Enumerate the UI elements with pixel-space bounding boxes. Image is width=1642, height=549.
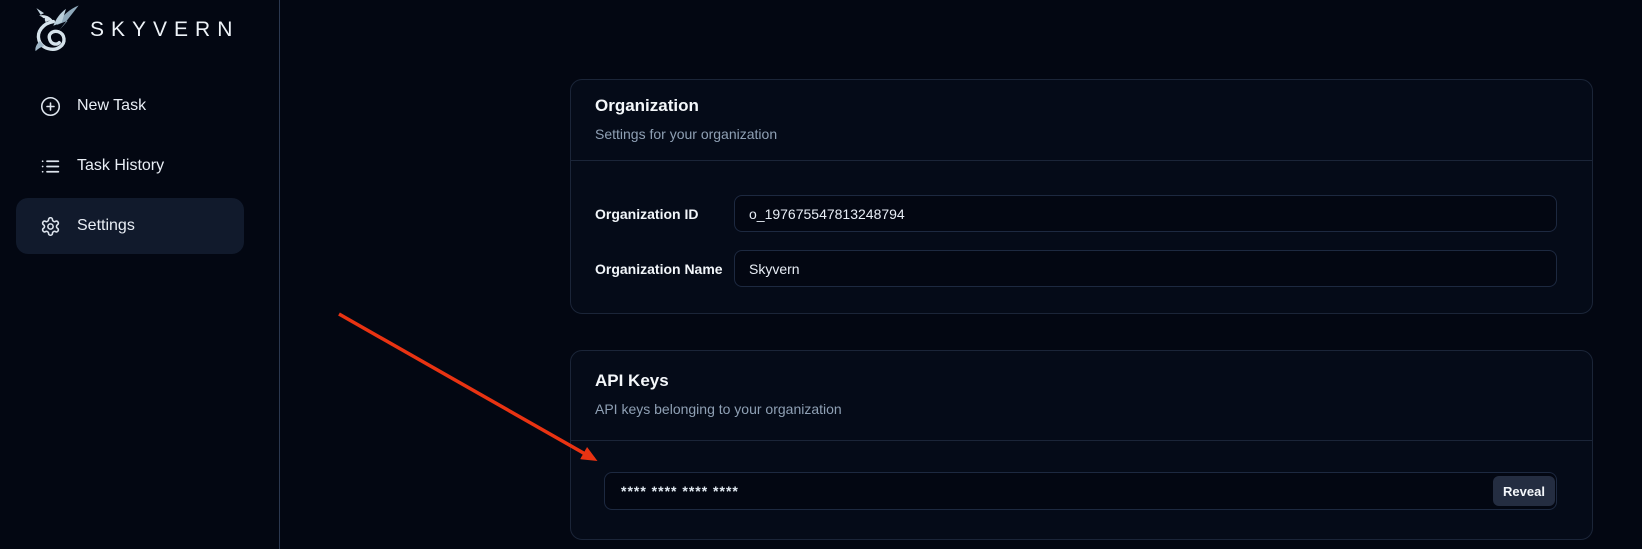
organization-card-content: Organization ID Organization Name — [571, 161, 1592, 287]
organization-name-label: Organization Name — [595, 261, 734, 277]
brand-logo: SKYVERN — [28, 2, 239, 58]
organization-name-input[interactable] — [734, 250, 1557, 287]
organization-card-subtitle: Settings for your organization — [595, 124, 1568, 144]
api-key-field: Reveal — [604, 472, 1557, 510]
sidebar-item-task-history[interactable]: Task History — [16, 138, 244, 194]
plus-circle-icon — [40, 96, 61, 117]
list-icon — [40, 156, 61, 177]
api-keys-card-title: API Keys — [595, 371, 1568, 391]
sidebar-item-new-task[interactable]: New Task — [16, 78, 244, 134]
reveal-button[interactable]: Reveal — [1493, 476, 1555, 506]
api-key-masked-input[interactable] — [604, 472, 1557, 510]
brand-name: SKYVERN — [90, 18, 239, 42]
organization-card: Organization Settings for your organizat… — [570, 79, 1593, 314]
api-keys-card-subtitle: API keys belonging to your organization — [595, 399, 1568, 419]
organization-card-title: Organization — [595, 96, 1568, 116]
sidebar-item-label: New Task — [77, 97, 146, 115]
api-keys-card-content: Reveal — [571, 441, 1592, 510]
organization-id-label: Organization ID — [595, 206, 734, 222]
organization-id-input[interactable] — [734, 195, 1557, 232]
organization-card-header: Organization Settings for your organizat… — [571, 80, 1592, 161]
api-keys-card-header: API Keys API keys belonging to your orga… — [571, 351, 1592, 441]
sidebar-item-label: Settings — [77, 217, 135, 235]
organization-name-row: Organization Name — [595, 250, 1557, 287]
skyvern-dragon-icon — [28, 3, 82, 57]
api-keys-card: API Keys API keys belonging to your orga… — [570, 350, 1593, 540]
gear-icon — [40, 216, 61, 237]
sidebar-nav: New Task Task History Settings — [16, 78, 244, 258]
sidebar-item-settings[interactable]: Settings — [16, 198, 244, 254]
sidebar-item-label: Task History — [77, 157, 164, 175]
organization-id-row: Organization ID — [595, 195, 1557, 232]
sidebar: SKYVERN New Task Task History — [0, 0, 280, 549]
